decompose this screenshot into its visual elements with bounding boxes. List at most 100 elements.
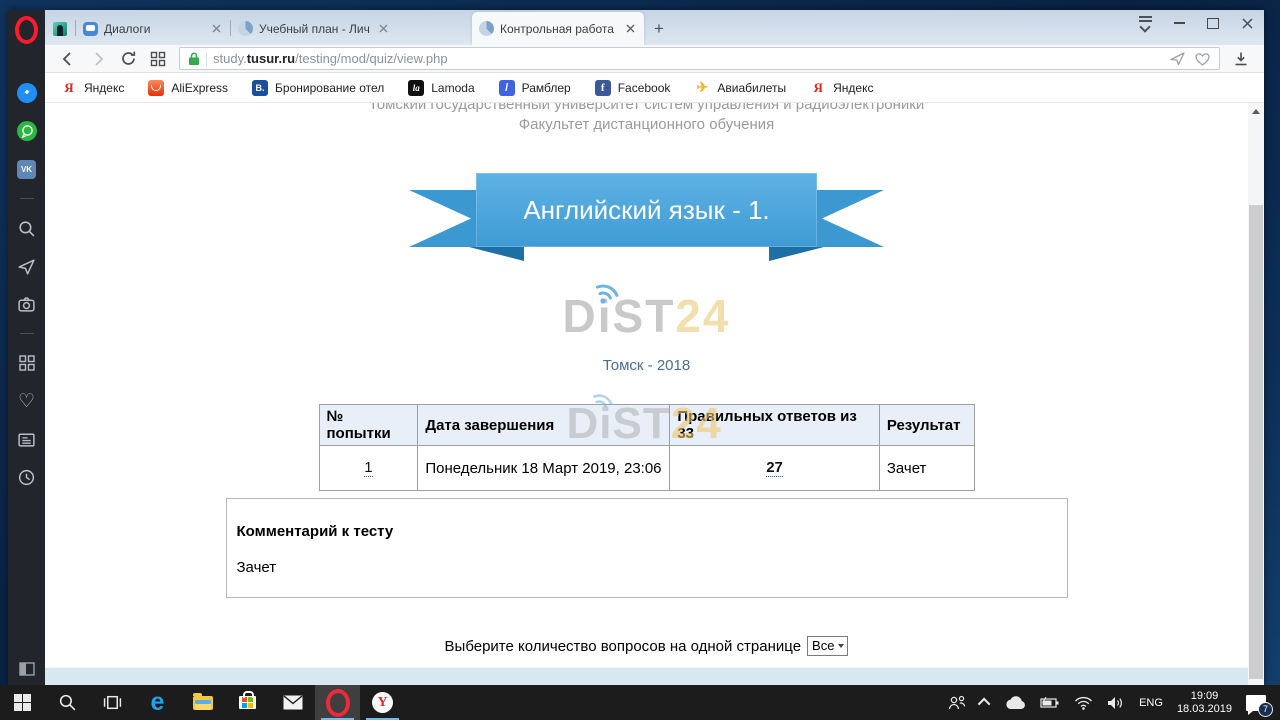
sidebar-item-whatsapp[interactable] [16, 120, 38, 142]
back-icon [60, 51, 76, 67]
vertical-scrollbar[interactable] [1248, 103, 1264, 685]
attempt-link[interactable]: 1 [364, 459, 372, 477]
sidebar-item-my-flow[interactable] [16, 255, 38, 277]
bookmark-facebook[interactable]: f Facebook [595, 80, 671, 96]
tray-overflow-button[interactable] [974, 685, 997, 720]
scrollbar-thumb[interactable] [1249, 205, 1263, 679]
bookmark-avia[interactable]: ✈ Авиабилеты [694, 80, 786, 96]
task-view-icon [103, 693, 122, 712]
results-table: № попытки Дата завершения Правильных отв… [319, 404, 975, 491]
bookmark-yandex-2[interactable]: Я Яндекс [810, 80, 873, 96]
news-icon [17, 430, 36, 449]
tab-menu-icon [1139, 16, 1152, 31]
minimize-button[interactable] [1162, 10, 1196, 36]
aliexpress-icon [148, 80, 164, 96]
people-button[interactable] [940, 685, 974, 720]
sidebar-divider [20, 333, 34, 334]
wifi-icon [1074, 696, 1093, 710]
battery-button[interactable] [1033, 685, 1067, 720]
edge-button[interactable]: e [135, 685, 180, 720]
page-viewport: Томский государственный университет сист… [45, 103, 1248, 668]
bookmark-heart-icon[interactable] [1194, 51, 1211, 67]
reload-icon [120, 50, 137, 67]
new-tab-button[interactable]: + [644, 12, 674, 45]
sidebar-item-bookmarks[interactable]: ♡ [16, 390, 38, 412]
table-header-row: № попытки Дата завершения Правильных отв… [319, 405, 974, 446]
pinned-tab[interactable] [45, 12, 75, 45]
sidebar-divider [20, 198, 34, 199]
city-year: Томск - 2018 [225, 357, 1069, 374]
language-indicator[interactable]: ENG [1132, 685, 1170, 720]
bookmark-yandex[interactable]: Я Яндекс [61, 80, 124, 96]
tab-dialogs[interactable]: Диалоги [76, 12, 230, 45]
maximize-button[interactable] [1196, 10, 1230, 36]
bookmark-lamoda[interactable]: la Lamoda [408, 80, 474, 96]
close-tab-icon[interactable] [376, 22, 390, 36]
secure-lock-icon [188, 51, 200, 66]
panel-toggle-icon [18, 661, 36, 677]
camera-icon [17, 295, 36, 314]
sidebar-toggle[interactable] [8, 661, 45, 677]
questions-per-page-row: Выберите количество вопросов на одной ст… [225, 636, 1069, 656]
volume-button[interactable] [1100, 685, 1132, 720]
sidebar-item-vk[interactable]: VK [16, 158, 38, 180]
url-input[interactable]: study.tusur.ru/testing/mod/quiz/view.php [179, 47, 1220, 70]
heart-icon: ♡ [18, 392, 35, 411]
notification-badge: 7 [1258, 702, 1273, 717]
bookmark-booking[interactable]: B. Бронирование отел [252, 80, 384, 96]
close-tab-icon[interactable] [623, 22, 637, 36]
reload-button[interactable] [113, 47, 143, 71]
wifi-button[interactable] [1067, 685, 1100, 720]
scroll-up-arrow-icon[interactable] [1252, 109, 1260, 114]
sidebar-item-snapshot[interactable] [16, 293, 38, 315]
action-center-button[interactable]: 7 [1239, 685, 1280, 720]
university-name: Томский государственный университет сист… [225, 103, 1069, 113]
score-link[interactable]: 27 [766, 459, 783, 477]
col-finish-date: Дата завершения [418, 405, 670, 446]
col-attempt: № попытки [319, 405, 418, 446]
grid-icon [150, 51, 166, 67]
windows-taskbar: e Y [0, 685, 1280, 720]
bookmark-aliexpress[interactable]: AliExpress [148, 80, 228, 96]
course-title: Английский язык - 1. [476, 173, 817, 247]
speed-dial-button[interactable] [143, 47, 173, 71]
close-window-button[interactable] [1230, 10, 1264, 36]
opera-logo-icon [15, 16, 38, 44]
file-explorer-button[interactable] [180, 685, 225, 720]
opera-icon [326, 689, 350, 717]
opera-taskbar-button[interactable] [315, 685, 360, 720]
sidebar-item-search[interactable] [16, 217, 38, 239]
yandex-browser-button[interactable]: Y [360, 685, 405, 720]
start-button[interactable] [0, 685, 45, 720]
close-tab-icon[interactable] [209, 22, 223, 36]
sidebar-item-speed-dial[interactable] [16, 352, 38, 374]
tab-study-plan[interactable]: Учебный план - Личный [231, 12, 397, 45]
task-view-button[interactable] [90, 685, 135, 720]
messenger-icon [16, 82, 38, 104]
course-ribbon: Английский язык - 1. [409, 173, 884, 265]
back-button[interactable] [53, 47, 83, 71]
sidebar-item-history[interactable] [16, 466, 38, 488]
clock[interactable]: 19:09 18.03.2019 [1170, 685, 1239, 720]
opera-menu-button[interactable] [8, 10, 45, 50]
forward-button[interactable] [83, 47, 113, 71]
downloads-button[interactable] [1226, 47, 1256, 71]
bookmarks-bar: Я Яндекс AliExpress B. Бронирование отел… [45, 73, 1264, 103]
tab-menu-button[interactable] [1128, 10, 1162, 36]
sidebar-item-messenger[interactable] [16, 82, 38, 104]
result-cell: Зачет [879, 446, 974, 491]
onedrive-button[interactable] [997, 685, 1033, 720]
address-bar: study.tusur.ru/testing/mod/quiz/view.php [45, 45, 1264, 73]
yandex-browser-icon: Y [372, 692, 393, 713]
mail-button[interactable] [270, 685, 315, 720]
store-button[interactable] [225, 685, 270, 720]
tusur-favicon [479, 21, 494, 36]
vk-icon: VK [17, 160, 36, 179]
send-to-flow-icon[interactable] [1169, 50, 1186, 67]
bookmark-rambler[interactable]: / Рамблер [499, 80, 571, 96]
sidebar-item-news[interactable] [16, 428, 38, 450]
tab-active-quiz[interactable]: Контрольная работа по д [472, 12, 644, 45]
taskbar-search-button[interactable] [45, 685, 90, 720]
questions-per-page-select[interactable]: Все [807, 636, 848, 656]
bookmark-label: Яндекс [84, 81, 124, 95]
